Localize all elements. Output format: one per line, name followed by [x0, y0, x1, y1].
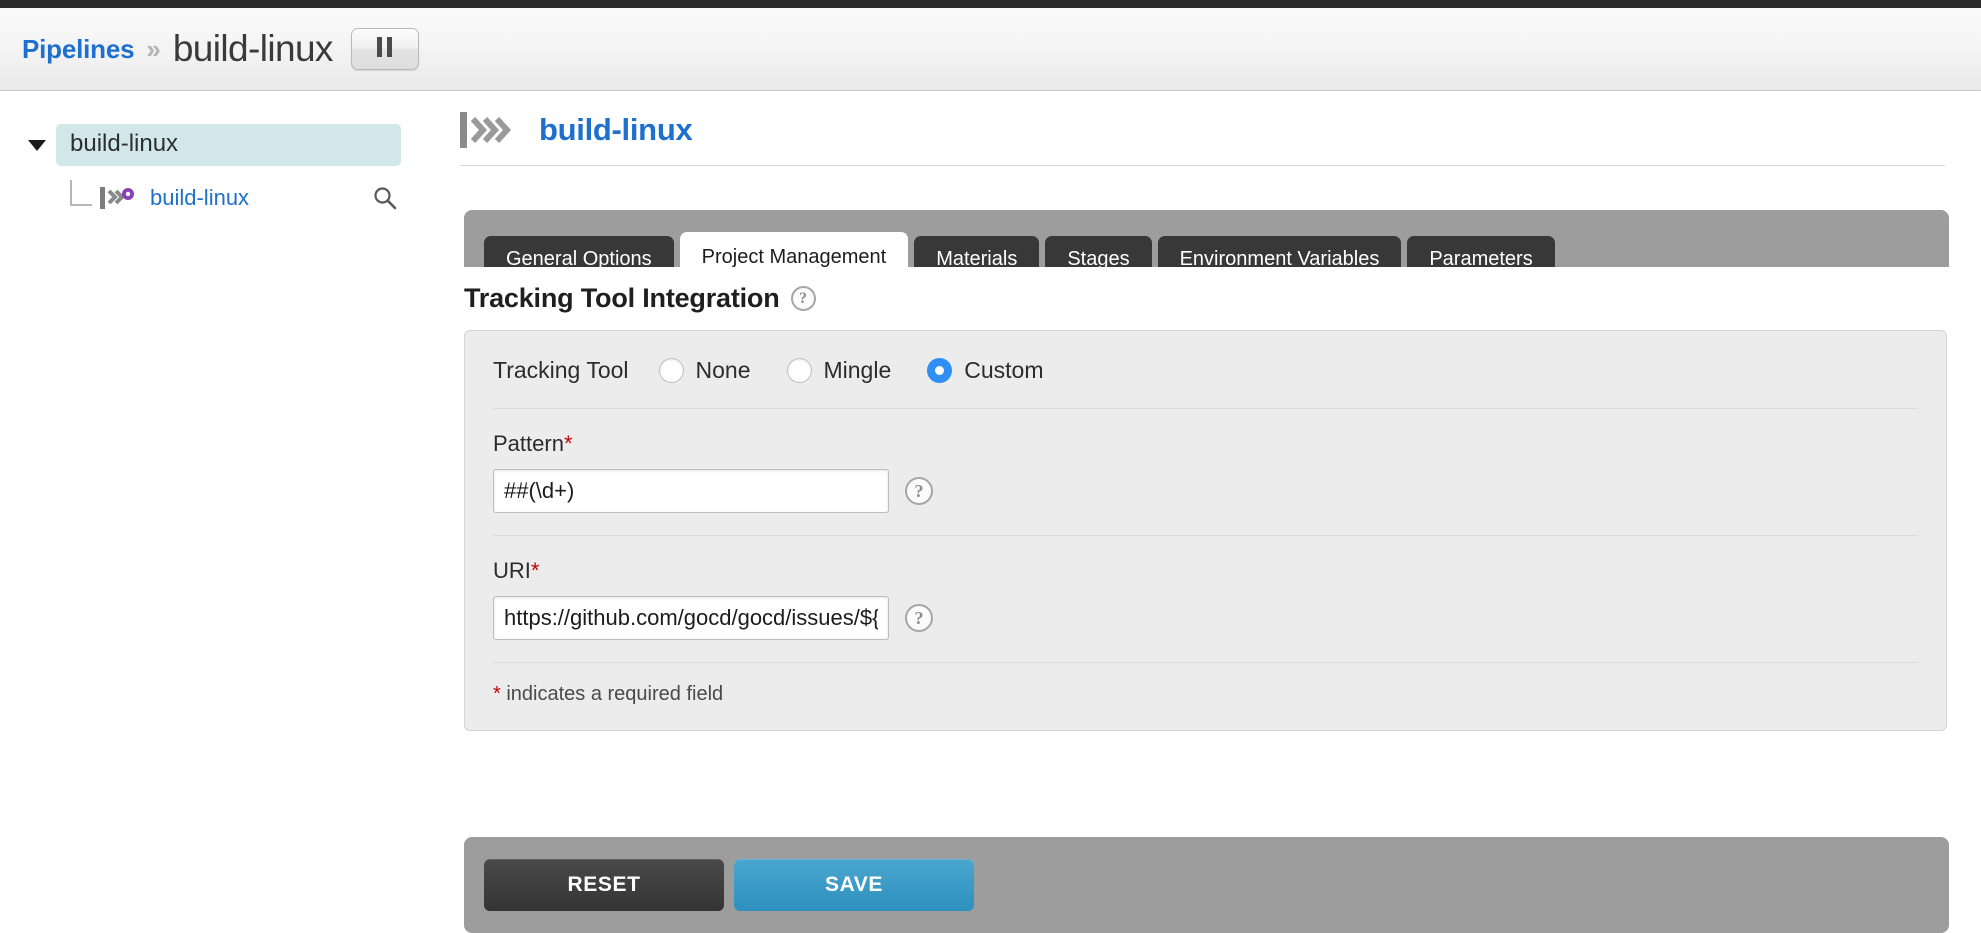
- project-management-form: Tracking Tool Integration ? Tracking Too…: [464, 267, 1949, 731]
- page-title: build-linux: [460, 92, 1981, 148]
- save-button[interactable]: SAVE: [734, 859, 974, 911]
- pause-icon: [377, 36, 393, 62]
- form-action-bar: RESET SAVE: [464, 837, 1949, 933]
- required-note-marker: *: [493, 683, 501, 705]
- radio-custom-label: Custom: [964, 357, 1044, 383]
- pattern-field-block: Pattern* ?: [493, 409, 1918, 536]
- uri-label: URI*: [493, 558, 1918, 584]
- breadcrumb-pipelines-link[interactable]: Pipelines: [22, 34, 135, 65]
- uri-help-icon[interactable]: ?: [905, 604, 933, 632]
- required-field-note: * indicates a required field: [493, 663, 1918, 706]
- breadcrumb-separator: »: [146, 33, 161, 64]
- pause-pipeline-button[interactable]: [350, 28, 419, 70]
- tree-elbow-connector: [70, 180, 92, 206]
- pattern-input[interactable]: [493, 469, 889, 513]
- tree-child-row: build-linux: [70, 180, 410, 216]
- main-content: build-linux General Options Project Mana…: [458, 92, 1981, 933]
- radio-custom-input[interactable]: [927, 358, 953, 383]
- section-title: Tracking Tool Integration: [464, 283, 780, 313]
- pattern-required-marker: *: [563, 431, 573, 456]
- pipeline-tree-sidebar: build-linux build-linux: [0, 92, 452, 910]
- tracking-tool-row: Tracking Tool None Mingle Custom: [493, 357, 1918, 409]
- radio-none-label: None: [695, 357, 751, 383]
- section-header: Tracking Tool Integration ?: [464, 267, 1949, 314]
- pattern-label: Pattern*: [493, 431, 1918, 457]
- breadcrumb-header: Pipelines » build-linux: [0, 8, 1981, 91]
- radio-mingle-input[interactable]: [786, 358, 812, 383]
- uri-required-marker: *: [530, 558, 540, 583]
- caret-down-icon[interactable]: [28, 139, 46, 151]
- pattern-label-text: Pattern: [493, 431, 564, 456]
- tree-root-row[interactable]: build-linux: [28, 124, 401, 166]
- pipeline-group-icon: [100, 186, 137, 210]
- tracking-tool-label: Tracking Tool: [493, 357, 629, 383]
- sidebar-item-build-linux-pipeline[interactable]: build-linux: [150, 185, 249, 211]
- tab-bar: General Options Project Management Mater…: [464, 210, 1949, 283]
- reset-button[interactable]: RESET: [484, 859, 724, 911]
- radio-option-custom[interactable]: Custom: [927, 357, 1044, 384]
- radio-mingle-label: Mingle: [823, 357, 892, 383]
- pattern-help-icon[interactable]: ?: [905, 477, 933, 505]
- search-icon[interactable]: [372, 185, 398, 211]
- sidebar-item-build-linux-group[interactable]: build-linux: [56, 124, 401, 166]
- tracking-tool-panel: Tracking Tool None Mingle Custom Pattern…: [464, 330, 1947, 731]
- pipeline-icon: [460, 112, 524, 148]
- uri-input[interactable]: [493, 596, 889, 640]
- window-top-strip: [0, 0, 1981, 8]
- radio-option-none[interactable]: None: [658, 357, 751, 384]
- page-title-text: build-linux: [539, 112, 693, 147]
- required-note-text: indicates a required field: [500, 683, 724, 705]
- radio-none-input[interactable]: [658, 358, 684, 383]
- uri-label-text: URI: [493, 558, 531, 583]
- breadcrumb-current-pipeline: build-linux: [172, 28, 334, 69]
- question-mark-icon[interactable]: ?: [790, 286, 816, 311]
- title-divider: [460, 165, 1945, 166]
- radio-option-mingle[interactable]: Mingle: [786, 357, 892, 384]
- uri-field-block: URI* ?: [493, 536, 1918, 663]
